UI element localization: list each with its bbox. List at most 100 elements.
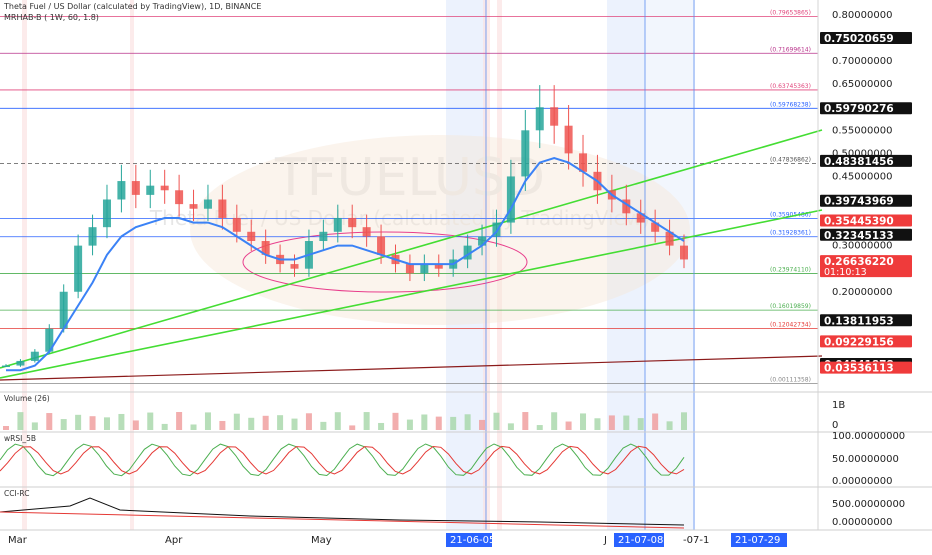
candle-body (74, 245, 83, 292)
price-badge-text: 0.32345133 (824, 230, 894, 242)
candle-body (535, 107, 544, 131)
volume-bar (479, 419, 486, 430)
volume-bar (305, 413, 312, 430)
volume-bar (507, 423, 514, 430)
volume-bar (536, 425, 543, 430)
volume-bar (320, 421, 327, 430)
volume-bar (248, 417, 255, 430)
volume-bar (406, 419, 413, 430)
volume-bar (75, 414, 82, 430)
level-label: (0.00111358) (770, 376, 811, 383)
candle-body (680, 245, 688, 260)
volume-bar (161, 423, 168, 430)
panel-tick: 0.00000000 (832, 476, 892, 487)
chart-area[interactable]: TFUELUSD Theta Fuel / US Dollar (calculat… (0, 0, 932, 550)
level-label: (0.16019859) (770, 303, 811, 310)
volume-bar (89, 416, 96, 430)
candle-body (189, 204, 198, 209)
time-label: J (603, 535, 607, 546)
volume-bar (623, 415, 630, 430)
level-label: (0.35905486) (770, 211, 811, 218)
level-label: (0.71699614) (770, 46, 811, 53)
price-tick: 0.70000000 (832, 56, 892, 67)
volume-bar (176, 412, 183, 430)
volume-bar (378, 422, 385, 430)
chart-svg[interactable]: TFUELUSDTheta Fuel / US Dollar (calculat… (0, 0, 932, 550)
time-label: Mar (8, 535, 28, 546)
candle-body (16, 360, 25, 366)
candle-body (333, 217, 342, 232)
price-tick: 0.20000000 (832, 287, 892, 298)
volume-bar (190, 424, 197, 430)
candle-body (160, 185, 169, 191)
volume-bar (204, 412, 211, 430)
volume-bar (450, 416, 457, 430)
candle-body (405, 264, 414, 274)
panel-tick: 1B (832, 400, 845, 411)
chart-title: Theta Fuel / US Dollar (calculated by Tr… (4, 2, 262, 11)
volume-bar (219, 420, 226, 430)
price-tick: 0.65000000 (832, 79, 892, 90)
panel-label: CCI-RC (4, 489, 29, 498)
candle-body (131, 181, 140, 195)
candle-body (218, 199, 227, 218)
time-label: -07-1 (683, 535, 709, 546)
candle-body (290, 264, 299, 269)
candle-body (2, 365, 10, 368)
price-tick: 0.80000000 (832, 10, 892, 21)
volume-bar (277, 415, 284, 430)
level-label: (0.79653865) (770, 10, 811, 17)
trendline-red (0, 355, 823, 381)
volume-bar (493, 412, 500, 430)
volume-bar (392, 412, 399, 430)
candle-body (420, 264, 429, 274)
time-badge-text: 21-07-08 (618, 535, 663, 546)
time-label: May (311, 535, 332, 546)
panel-label: wRSI_5B (4, 434, 36, 443)
volume-bar (349, 425, 356, 430)
time-badge-text: 21-07-29 (735, 535, 780, 546)
price-badge-text: 0.75020659 (824, 33, 894, 45)
candle-body (348, 217, 357, 228)
cci-signal-line (0, 511, 685, 529)
time-badge-text: 21-06-05 (450, 535, 495, 546)
candle-body (30, 351, 39, 361)
price-tick: 0.30000000 (832, 241, 892, 252)
volume-bar (681, 412, 687, 430)
volume-bar (594, 418, 601, 430)
candle-body (117, 181, 126, 200)
candle-body (550, 107, 559, 126)
cloud-band (190, 135, 690, 325)
volume-bar (363, 412, 370, 430)
volume-bar (652, 413, 659, 430)
candle-body (247, 231, 256, 242)
level-label: (0.31928361) (770, 230, 811, 237)
candle-body (175, 190, 184, 205)
indicator-label: MRHAB-B ( 1W, 60, 1.8) (4, 13, 99, 22)
candle-body (506, 176, 515, 223)
volume-bar (334, 412, 341, 430)
volume-bar (522, 412, 529, 430)
candle-body (102, 199, 111, 228)
panel-tick: 0.00000000 (832, 517, 892, 528)
volume-bar (3, 426, 9, 430)
price-tick: 0.45000000 (832, 171, 892, 182)
volume-bar (147, 412, 154, 430)
highlight-band (130, 0, 134, 530)
candle-body (319, 231, 328, 242)
volume-bar (262, 415, 269, 430)
level-label: (0.47836862) (770, 156, 811, 163)
volume-bar (666, 421, 673, 430)
volume-bar (118, 413, 125, 430)
price-badge-sub: 01:10:13 (824, 267, 867, 278)
volume-bar (565, 421, 572, 430)
price-badge-text: 0.39743969 (824, 196, 894, 208)
price-badge-text: 0.48381456 (824, 156, 894, 168)
volume-bar (608, 415, 615, 430)
candle-body (146, 185, 155, 195)
volume-bar (551, 412, 558, 430)
panel-tick: 50.00000000 (832, 454, 899, 465)
candle-body (203, 199, 212, 209)
volume-bar (421, 414, 428, 430)
panel-tick: 500.00000000 (832, 499, 905, 510)
